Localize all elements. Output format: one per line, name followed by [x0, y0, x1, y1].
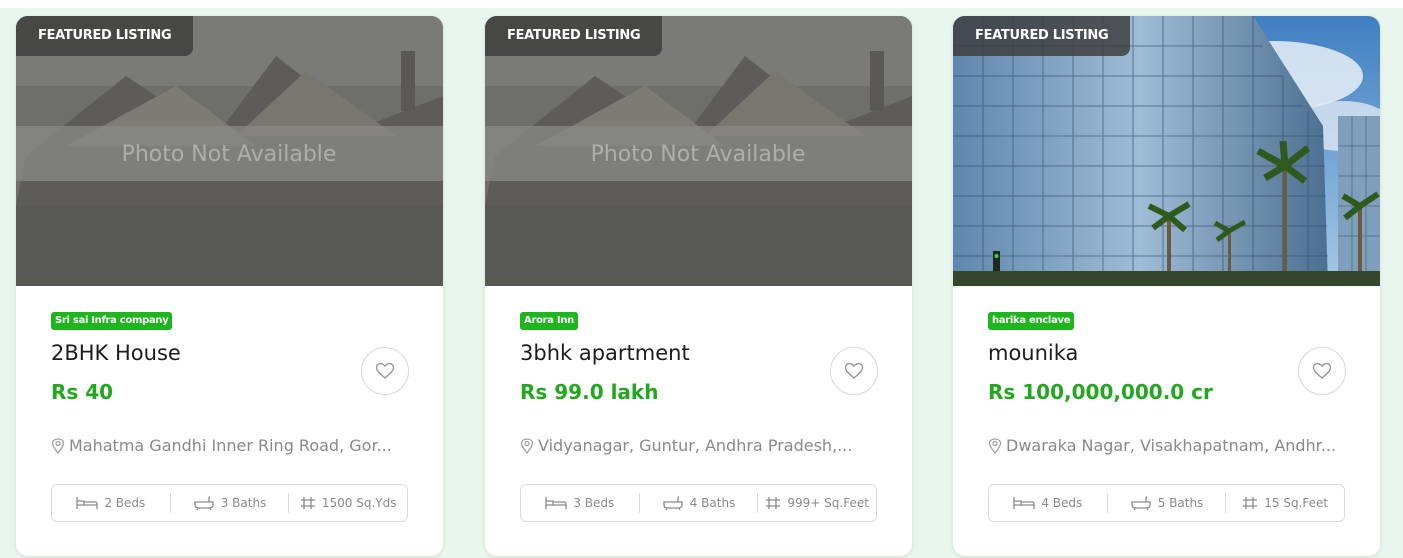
listing-photo[interactable]: Photo Not Available FEATURED LISTING: [485, 16, 912, 286]
office-building-image: [953, 16, 1380, 286]
listing-card[interactable]: Photo Not Available FEATURED LISTING Sri…: [16, 16, 443, 556]
bed-icon: [1013, 497, 1036, 509]
favorite-button[interactable]: [1298, 347, 1346, 395]
heart-icon: [1312, 362, 1332, 379]
area-icon: [766, 497, 781, 509]
beds-text: 2 Beds: [104, 496, 146, 510]
favorite-button[interactable]: [361, 347, 409, 395]
bath-icon: [1131, 496, 1151, 510]
area-icon: [300, 497, 315, 509]
baths-feature: 3 Baths: [171, 493, 290, 513]
area-feature: 1500 Sq.Yds: [289, 493, 407, 513]
listing-photo[interactable]: FEATURED LISTING: [953, 16, 1380, 286]
company-badge: Arora Inn: [520, 312, 578, 330]
baths-feature: 5 Baths: [1108, 493, 1227, 513]
beds-text: 3 Beds: [573, 496, 615, 510]
beds-feature: 4 Beds: [989, 493, 1108, 513]
listing-title[interactable]: 2BHK House: [51, 341, 181, 365]
location-text: Mahatma Gandhi Inner Ring Road, Gor...: [69, 436, 392, 455]
heart-icon: [375, 362, 395, 379]
featured-badge: FEATURED LISTING: [953, 16, 1131, 56]
listing-title[interactable]: mounika: [988, 341, 1078, 365]
photo-not-available-text: Photo Not Available: [122, 142, 337, 167]
listing-price: Rs 40: [51, 380, 114, 404]
location-text: Dwaraka Nagar, Visakhapatnam, Andhr...: [1006, 436, 1337, 455]
listing-price: Rs 100,000,000.0 cr: [988, 380, 1213, 404]
feature-bar: 3 Beds 4 Baths 999+ Sq.Feet: [520, 484, 877, 522]
beds-feature: 2 Beds: [52, 493, 171, 513]
area-icon: [1243, 497, 1258, 509]
area-text: 1500 Sq.Yds: [321, 496, 397, 510]
listing-card[interactable]: FEATURED LISTING harika enclave mounika …: [953, 16, 1380, 556]
top-strip: [0, 0, 1403, 8]
listing-photo[interactable]: Photo Not Available FEATURED LISTING: [16, 16, 443, 286]
baths-text: 3 Baths: [220, 496, 267, 510]
photo-not-available-text: Photo Not Available: [591, 142, 806, 167]
baths-feature: 4 Baths: [640, 493, 759, 513]
beds-text: 4 Beds: [1041, 496, 1083, 510]
area-text: 999+ Sq.Feet: [787, 496, 869, 510]
bed-icon: [76, 497, 99, 509]
listing-title[interactable]: 3bhk apartment: [520, 341, 690, 365]
company-badge: Sri sai Infra company: [51, 312, 173, 330]
baths-text: 5 Baths: [1157, 496, 1204, 510]
location-pin-icon: [988, 437, 1002, 454]
baths-text: 4 Baths: [689, 496, 736, 510]
listing-location: Mahatma Gandhi Inner Ring Road, Gor...: [51, 436, 392, 455]
beds-feature: 3 Beds: [521, 493, 640, 513]
house-placeholder-image: Photo Not Available: [485, 16, 912, 286]
listing-location: Dwaraka Nagar, Visakhapatnam, Andhr...: [988, 436, 1336, 455]
bath-icon: [194, 496, 214, 510]
listing-location: Vidyanagar, Guntur, Andhra Pradesh,...: [520, 436, 852, 455]
location-pin-icon: [520, 437, 534, 454]
company-badge: harika enclave: [988, 312, 1075, 330]
featured-badge: FEATURED LISTING: [16, 16, 194, 56]
listing-price: Rs 99.0 lakh: [520, 380, 659, 404]
location-pin-icon: [51, 437, 65, 454]
house-placeholder-image: Photo Not Available: [16, 16, 443, 286]
area-text: 15 Sq.Feet: [1264, 496, 1329, 510]
favorite-button[interactable]: [830, 347, 878, 395]
area-feature: 999+ Sq.Feet: [758, 493, 876, 513]
bath-icon: [663, 496, 683, 510]
featured-badge: FEATURED LISTING: [485, 16, 663, 56]
bed-icon: [545, 497, 568, 509]
feature-bar: 2 Beds 3 Baths 1500 Sq.Yds: [51, 484, 408, 522]
feature-bar: 4 Beds 5 Baths 15 Sq.Feet: [988, 484, 1345, 522]
location-text: Vidyanagar, Guntur, Andhra Pradesh,...: [538, 436, 853, 455]
listing-card[interactable]: Photo Not Available FEATURED LISTING Aro…: [485, 16, 912, 556]
area-feature: 15 Sq.Feet: [1226, 493, 1344, 513]
heart-icon: [844, 362, 864, 379]
